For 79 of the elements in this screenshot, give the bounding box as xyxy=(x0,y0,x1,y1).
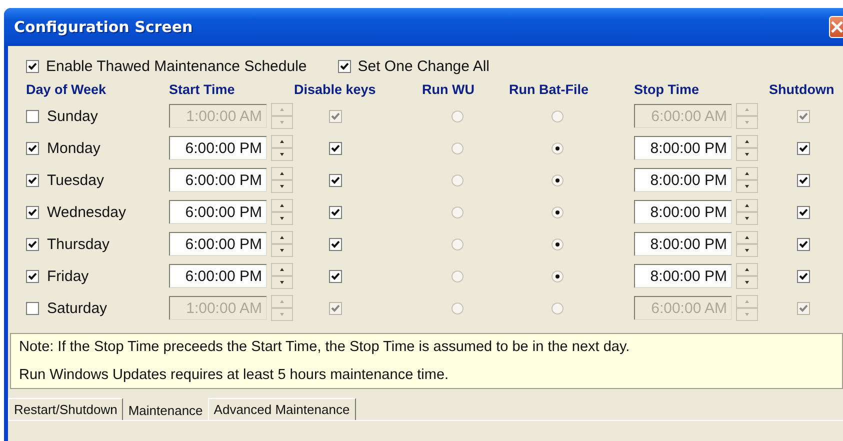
option-label: Set One Change All xyxy=(358,58,490,74)
day-checkbox[interactable] xyxy=(26,174,39,186)
start-time-field[interactable]: 6:00:00 PM xyxy=(169,168,267,192)
column-header: Day of Week xyxy=(26,82,106,96)
shutdown-checkbox[interactable] xyxy=(797,206,810,218)
stop-time-field[interactable]: 8:00:00 PM xyxy=(634,136,732,160)
disable-keys-checkbox[interactable] xyxy=(329,302,342,314)
shutdown-checkbox[interactable] xyxy=(797,270,810,282)
start-time-field[interactable]: 6:00:00 PM xyxy=(169,200,267,224)
column-header: Start Time xyxy=(169,82,235,96)
day-label: Sunday xyxy=(47,108,98,124)
note-text: Note: If the Stop Time preceeds the Start Time, the Stop Time is assumed to be in the next day. xyxy=(19,339,631,355)
run-wu-radio[interactable] xyxy=(451,110,464,122)
day-checkbox[interactable] xyxy=(26,270,39,282)
tab[interactable]: Advanced Maintenance xyxy=(208,398,356,420)
column-header: Stop Time xyxy=(634,82,700,96)
window-title: Configuration Screen xyxy=(14,18,193,36)
option-checkbox[interactable] xyxy=(338,60,351,72)
day-label: Friday xyxy=(47,268,89,284)
spinner-icon[interactable] xyxy=(736,167,758,193)
run-bat-file-radio[interactable] xyxy=(551,206,564,218)
spinner-icon[interactable] xyxy=(736,263,758,289)
disable-keys-checkbox[interactable] xyxy=(329,174,342,186)
column-header: Shutdown xyxy=(769,82,834,96)
day-label: Tuesday xyxy=(47,172,104,188)
run-bat-file-radio[interactable] xyxy=(551,238,564,250)
spinner-icon[interactable] xyxy=(271,231,293,257)
disable-keys-checkbox[interactable] xyxy=(329,206,342,218)
spinner-icon[interactable] xyxy=(271,263,293,289)
disable-keys-checkbox[interactable] xyxy=(329,110,342,122)
column-header: Run Bat-File xyxy=(509,82,588,96)
stop-time-field[interactable]: 8:00:00 PM xyxy=(634,168,732,192)
stop-time-field[interactable]: 8:00:00 PM xyxy=(634,232,732,256)
shutdown-checkbox[interactable] xyxy=(797,238,810,250)
spinner-icon[interactable] xyxy=(271,199,293,225)
start-time-field[interactable]: 6:00:00 PM xyxy=(169,264,267,288)
stop-time-field[interactable]: 8:00:00 PM xyxy=(634,200,732,224)
day-checkbox[interactable] xyxy=(26,302,39,314)
day-checkbox[interactable] xyxy=(26,206,39,218)
run-wu-radio[interactable] xyxy=(451,302,464,314)
disable-keys-checkbox[interactable] xyxy=(329,270,342,282)
spinner-icon[interactable] xyxy=(271,135,293,161)
shutdown-checkbox[interactable] xyxy=(797,174,810,186)
spinner-icon[interactable] xyxy=(736,135,758,161)
run-bat-file-radio[interactable] xyxy=(551,174,564,186)
option-label: Enable Thawed Maintenance Schedule xyxy=(46,58,307,74)
column-header: Run WU xyxy=(422,82,474,96)
disable-keys-checkbox[interactable] xyxy=(329,238,342,250)
day-checkbox[interactable] xyxy=(26,110,39,122)
run-bat-file-radio[interactable] xyxy=(551,142,564,154)
stop-time-field[interactable]: 8:00:00 PM xyxy=(634,264,732,288)
spinner-icon[interactable] xyxy=(271,167,293,193)
day-checkbox[interactable] xyxy=(26,238,39,250)
run-wu-radio[interactable] xyxy=(451,206,464,218)
spinner-icon[interactable] xyxy=(736,231,758,257)
run-wu-radio[interactable] xyxy=(451,174,464,186)
disable-keys-checkbox[interactable] xyxy=(329,142,342,154)
day-checkbox[interactable] xyxy=(26,142,39,154)
column-header: Disable keys xyxy=(294,82,376,96)
run-wu-radio[interactable] xyxy=(451,142,464,154)
day-label: Monday xyxy=(47,140,100,156)
day-label: Saturday xyxy=(47,300,108,316)
run-bat-file-radio[interactable] xyxy=(551,110,564,122)
tab[interactable]: Restart/Shutdown xyxy=(8,398,124,420)
option-checkbox[interactable] xyxy=(26,60,39,72)
shutdown-checkbox[interactable] xyxy=(797,110,810,122)
shutdown-checkbox[interactable] xyxy=(797,302,810,314)
spinner-icon[interactable] xyxy=(736,199,758,225)
day-label: Wednesday xyxy=(47,204,126,220)
run-wu-radio[interactable] xyxy=(451,270,464,282)
run-bat-file-radio[interactable] xyxy=(551,302,564,314)
run-wu-radio[interactable] xyxy=(451,238,464,250)
shutdown-checkbox[interactable] xyxy=(797,142,810,154)
run-bat-file-radio[interactable] xyxy=(551,270,564,282)
note-text: Run Windows Updates requires at least 5 hours maintenance time. xyxy=(19,367,450,383)
close-icon xyxy=(830,20,843,34)
start-time-field[interactable]: 6:00:00 PM xyxy=(169,232,267,256)
day-label: Thursday xyxy=(47,236,110,252)
start-time-field[interactable]: 6:00:00 PM xyxy=(169,136,267,160)
